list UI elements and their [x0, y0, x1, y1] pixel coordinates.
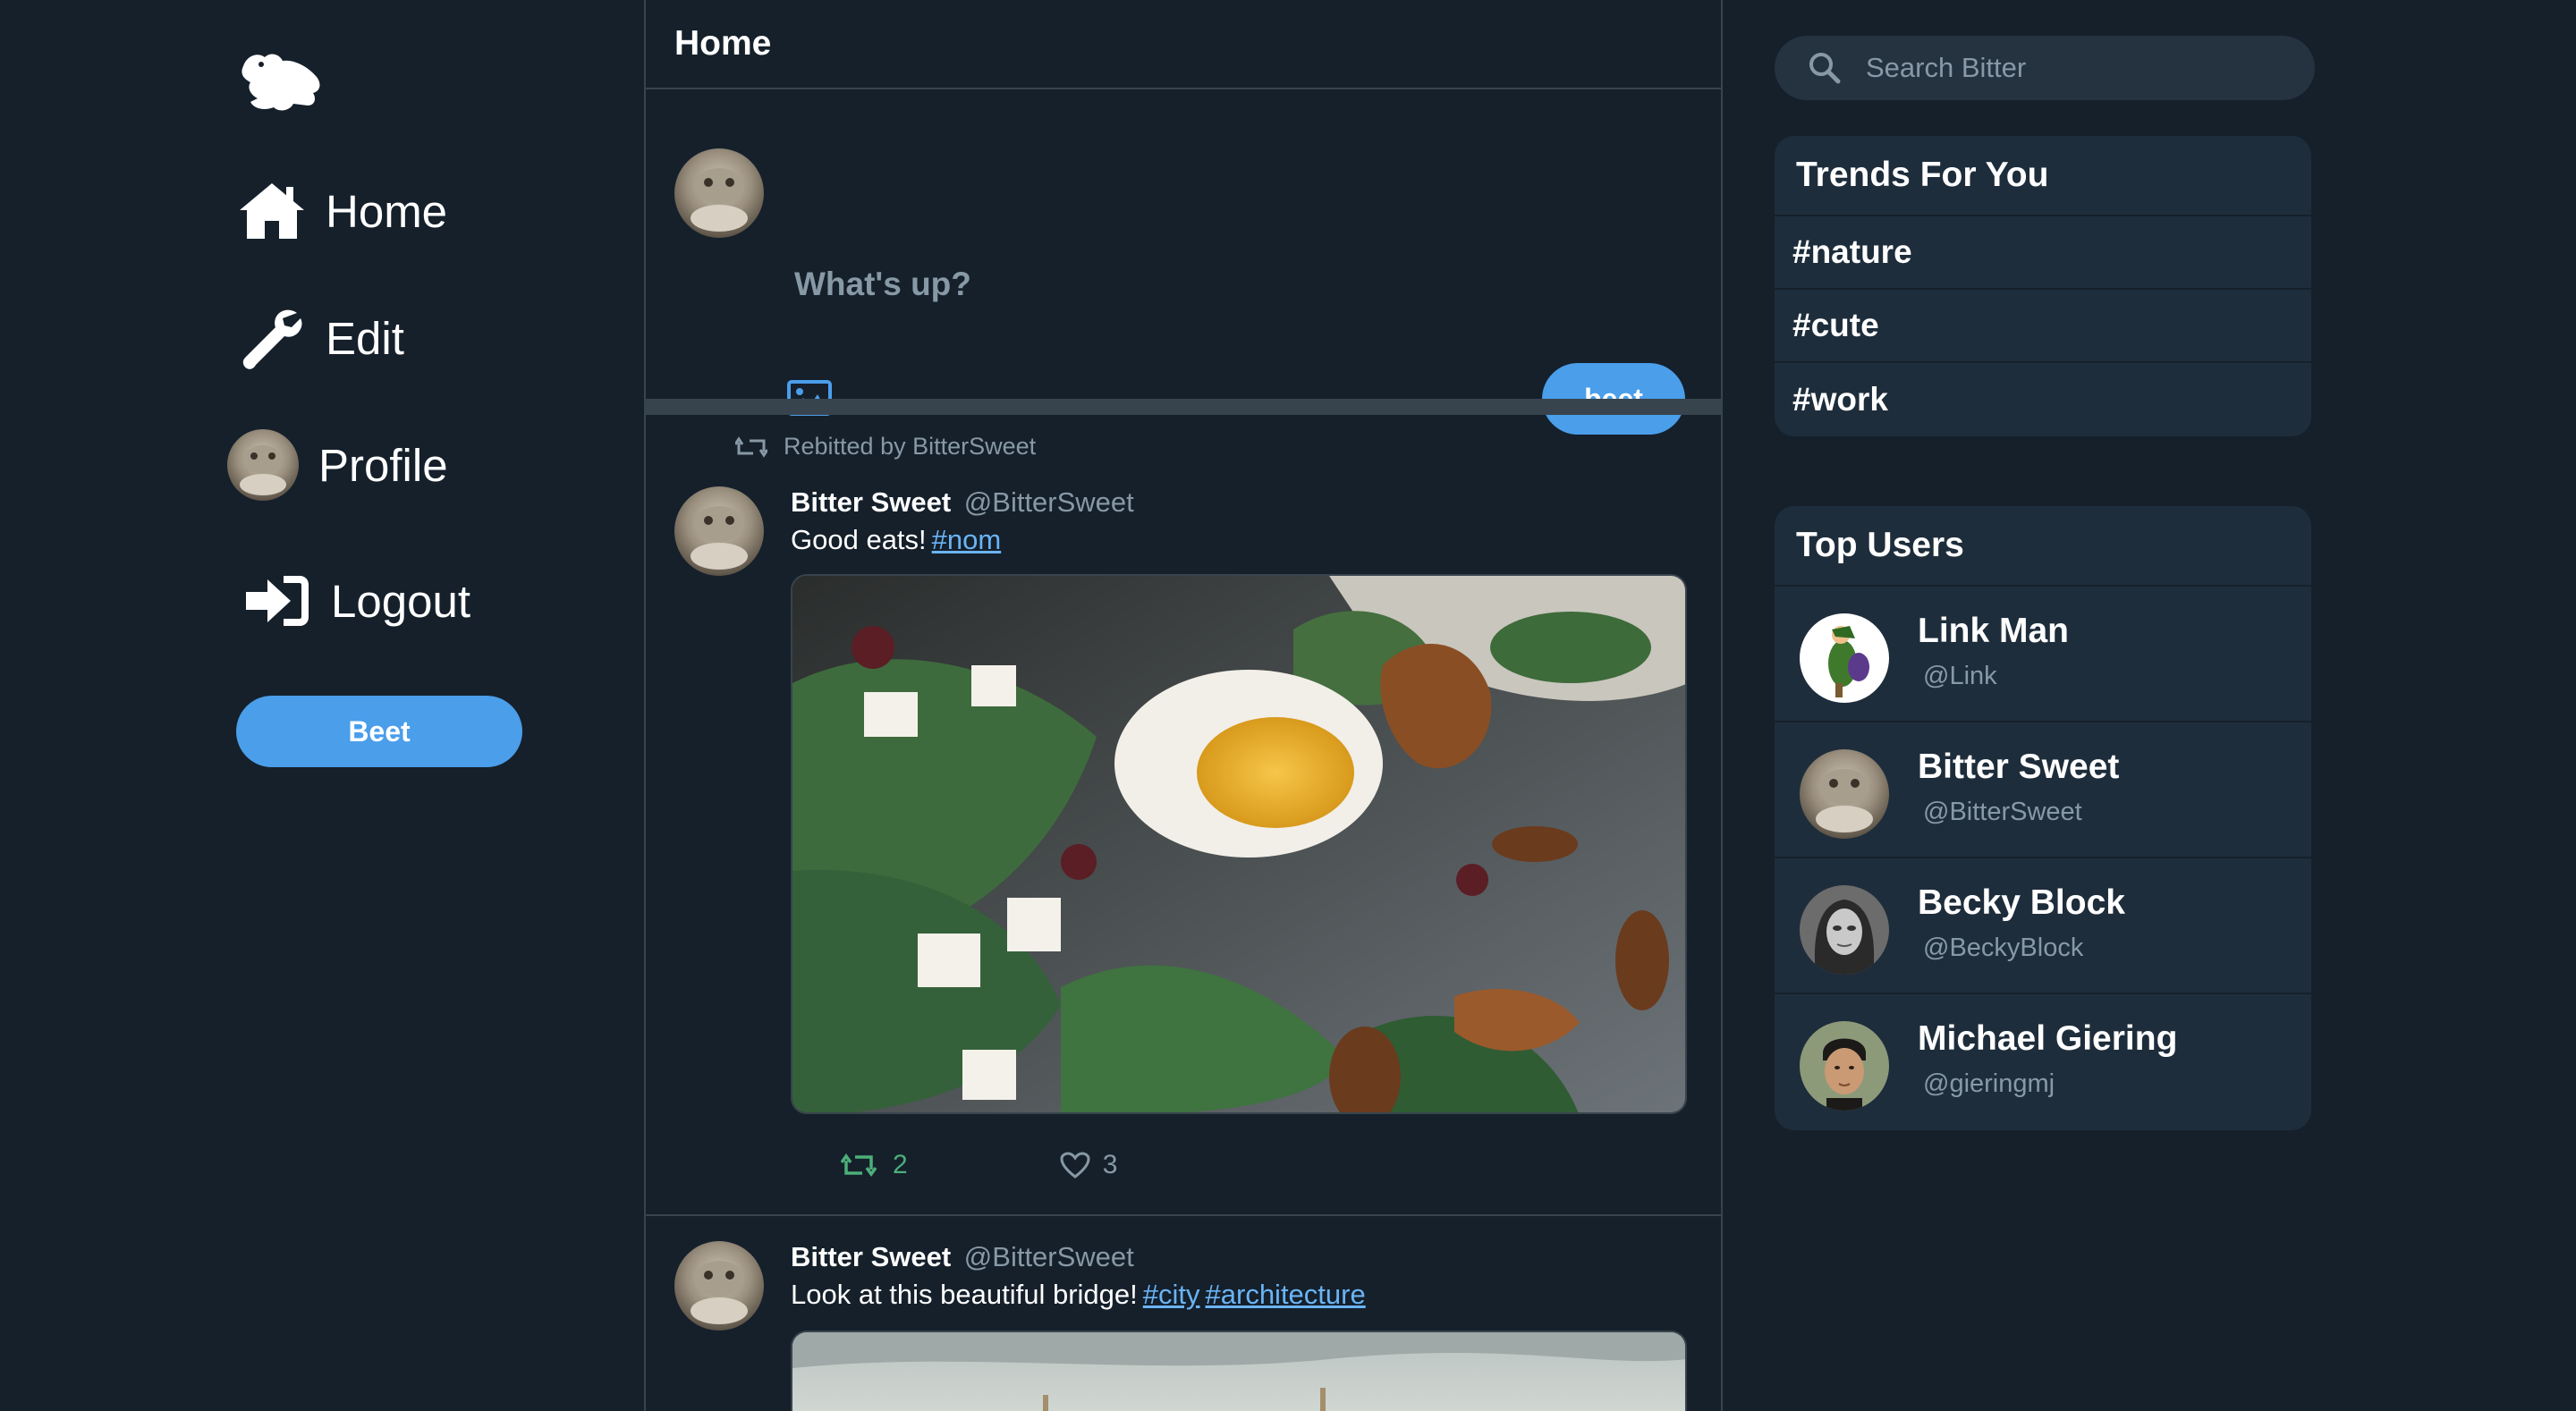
post-author[interactable]: Bitter Sweet @BitterSweet [791, 486, 1134, 519]
nav-edit-label: Edit [326, 312, 404, 364]
post-body: Good eats! [791, 524, 927, 555]
composer: What's up? beet [646, 89, 1721, 435]
avatar [1800, 885, 1889, 975]
user-handle: @Link [1923, 662, 1997, 690]
avatar [227, 429, 299, 501]
top-users-title: Top Users [1775, 506, 2311, 587]
post-body: Look at this beautiful bridge! [791, 1279, 1138, 1310]
search-bar[interactable] [1775, 36, 2315, 100]
divider [646, 399, 1721, 415]
user-name: Becky Block [1918, 883, 2125, 922]
user-item[interactable]: Bitter Sweet @BitterSweet [1775, 722, 2311, 858]
compose-input[interactable]: What's up? [794, 266, 971, 303]
hashtag-link[interactable]: #city [1143, 1279, 1200, 1310]
nav-home-label: Home [326, 185, 448, 237]
rebeet-icon [841, 1153, 877, 1178]
user-handle: @gieringmj [1923, 1069, 2055, 1098]
post-author-handle: @BitterSweet [963, 1241, 1134, 1272]
trend-item[interactable]: #cute [1775, 290, 2311, 363]
frog-logo-icon[interactable] [238, 46, 324, 118]
nav-profile[interactable]: Profile [227, 429, 448, 501]
trend-item[interactable]: #work [1775, 363, 2311, 436]
post-image[interactable] [791, 1331, 1687, 1411]
user-handle: @BitterSweet [1923, 798, 2082, 826]
avatar [1800, 1021, 1889, 1111]
beet-button[interactable]: Beet [236, 696, 522, 767]
post-image[interactable] [791, 574, 1687, 1114]
post-author[interactable]: Bitter Sweet @BitterSweet [791, 1241, 1134, 1273]
hashtag-link[interactable]: #architecture [1206, 1279, 1366, 1310]
user-handle: @BeckyBlock [1923, 934, 2084, 962]
user-name: Link Man [1918, 612, 2070, 650]
rebeet-count: 2 [893, 1150, 908, 1179]
like-button[interactable]: 3 [1060, 1150, 1118, 1180]
top-users-panel: Top Users Link Man @Link Bitter Sweet @B… [1775, 506, 2311, 1130]
heart-icon [1060, 1152, 1090, 1179]
rebit-indicator: Rebitted by BitterSweet [735, 433, 1036, 460]
user-item[interactable]: Michael Giering @gieringmj [1775, 994, 2311, 1130]
trend-item[interactable]: #nature [1775, 216, 2311, 290]
avatar[interactable] [674, 486, 764, 576]
logout-icon [242, 565, 313, 637]
user-name: Michael Giering [1918, 1019, 2178, 1058]
post-text: Good eats! #nom [791, 524, 1001, 556]
user-item[interactable]: Becky Block @BeckyBlock [1775, 858, 2311, 994]
avatar [674, 148, 764, 238]
search-icon [1809, 53, 1841, 84]
post: Bitter Sweet @BitterSweet Look at this b… [646, 1216, 1721, 1411]
home-icon [236, 175, 308, 247]
rebeet-button[interactable]: 2 [841, 1150, 908, 1180]
post-text: Look at this beautiful bridge! #city #arch… [791, 1279, 1366, 1311]
trends-title: Trends For You [1775, 136, 2311, 216]
trends-panel: Trends For You #nature #cute #work [1775, 136, 2311, 436]
user-item[interactable]: Link Man @Link [1775, 587, 2311, 722]
rebit-text: Rebitted by BitterSweet [784, 433, 1037, 460]
nav-profile-label: Profile [318, 439, 448, 491]
post-author-name: Bitter Sweet [791, 1241, 952, 1272]
avatar[interactable] [674, 1241, 764, 1331]
like-count: 3 [1102, 1150, 1118, 1179]
rebeet-icon [735, 435, 767, 458]
nav-home[interactable]: Home [236, 175, 447, 247]
nav-edit[interactable]: Edit [236, 302, 404, 374]
user-name: Bitter Sweet [1918, 748, 2120, 786]
avatar [1800, 613, 1889, 703]
nav-logout[interactable]: Logout [242, 565, 470, 637]
post-author-name: Bitter Sweet [791, 486, 952, 518]
left-nav: Home Edit Profile Logout Beet [0, 0, 644, 1411]
post: Rebitted by BitterSweet Bitter Sweet @Bi… [646, 415, 1721, 1216]
page-title: Home [646, 0, 1721, 89]
wrench-icon [236, 302, 308, 374]
feed: Home What's up? beet [644, 0, 1723, 1411]
post-author-handle: @BitterSweet [963, 486, 1134, 518]
search-input[interactable] [1864, 51, 2297, 85]
hashtag-link[interactable]: #nom [932, 524, 1002, 555]
post-actions: 2 3 [841, 1150, 1117, 1180]
avatar [1800, 749, 1889, 839]
nav-logout-label: Logout [331, 575, 470, 627]
